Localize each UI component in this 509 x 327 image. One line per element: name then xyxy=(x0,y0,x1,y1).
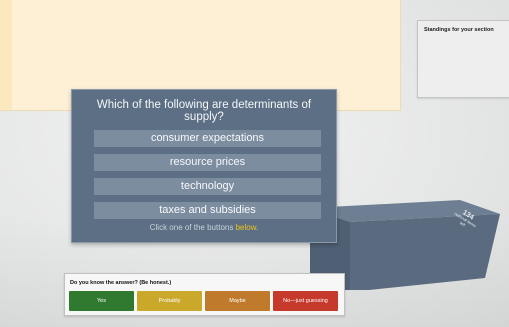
hint-below-link: below xyxy=(235,223,257,232)
answer-button-3[interactable]: technology xyxy=(94,178,321,195)
question-text: Which of the following are determinants … xyxy=(96,99,312,123)
confidence-title: Do you know the answer? (Be honest.) xyxy=(70,280,172,286)
answer-button-2[interactable]: resource prices xyxy=(94,154,321,171)
answer-button-4[interactable]: taxes and subsidies xyxy=(94,202,321,219)
click-hint: Click one of the buttons below. xyxy=(82,223,326,232)
hint-prefix: Click one of the buttons xyxy=(149,223,236,232)
standings-title: Standings for your section xyxy=(424,27,494,33)
standings-panel: Standings for your section xyxy=(417,20,509,98)
confidence-guessing-button[interactable]: No—just guessing xyxy=(273,291,338,311)
confidence-probably-button[interactable]: Probably xyxy=(137,291,202,311)
question-panel: Which of the following are determinants … xyxy=(71,89,337,243)
confidence-yes-button[interactable]: Yes xyxy=(69,291,134,311)
confidence-maybe-button[interactable]: Maybe xyxy=(205,291,270,311)
confidence-panel: Do you know the answer? (Be honest.) Yes… xyxy=(64,273,345,316)
answer-button-1[interactable]: consumer expectations xyxy=(94,130,321,147)
hint-suffix: . xyxy=(256,223,259,232)
